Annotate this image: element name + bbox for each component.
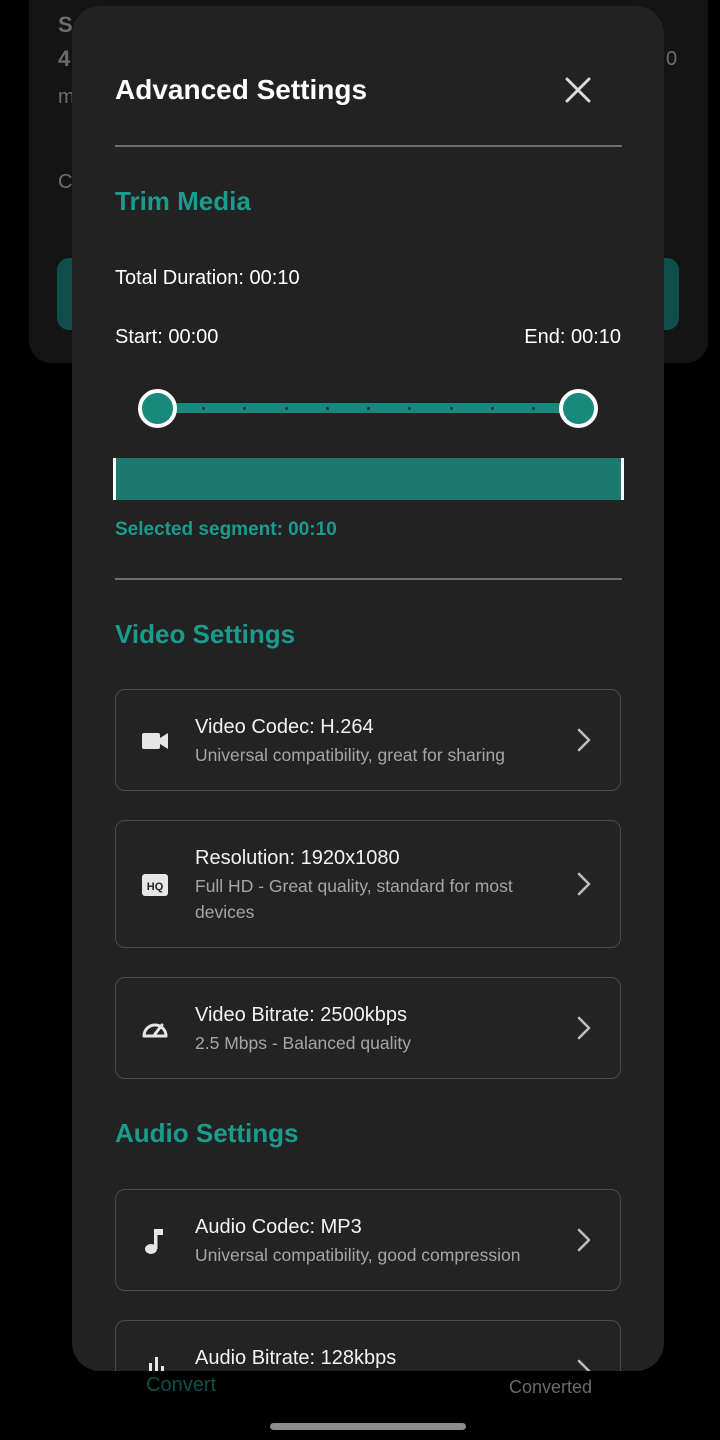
slider-tick <box>491 407 494 410</box>
video-bitrate-subtitle: 2.5 Mbps - Balanced quality <box>195 1033 411 1053</box>
resolution-subtitle: Full HD - Great quality, standard for mo… <box>195 876 513 922</box>
chevron-right-icon <box>577 872 591 896</box>
slider-start-thumb[interactable] <box>138 389 177 428</box>
trim-timeline[interactable] <box>113 458 624 500</box>
nav-convert[interactable]: Convert <box>146 1374 216 1397</box>
resolution-title: Resolution: 1920x1080 <box>195 847 400 869</box>
video-settings-heading: Video Settings <box>115 619 296 649</box>
audio-codec-title: Audio Codec: MP3 <box>195 1216 362 1238</box>
slider-tick <box>202 407 205 410</box>
video-bitrate-setting[interactable]: Video Bitrate: 2500kbps 2.5 Mbps - Balan… <box>115 977 621 1079</box>
slider-tick <box>243 407 246 410</box>
audio-codec-subtitle: Universal compatibility, good compressio… <box>195 1245 521 1265</box>
audio-settings-heading: Audio Settings <box>115 1118 299 1148</box>
home-indicator[interactable] <box>270 1423 466 1430</box>
trim-range-slider[interactable] <box>138 388 598 428</box>
videocam-icon <box>142 733 168 749</box>
audio-codec-setting[interactable]: Audio Codec: MP3 Universal compatibility… <box>115 1189 621 1291</box>
chevron-right-icon <box>577 1016 591 1040</box>
video-bitrate-title: Video Bitrate: 2500kbps <box>195 1004 408 1026</box>
chevron-right-icon <box>577 1228 591 1252</box>
selected-segment: Selected segment: 00:10 <box>115 519 337 540</box>
close-button[interactable] <box>560 72 596 108</box>
video-codec-title: Video Codec: H.264 <box>195 716 374 738</box>
trim-start-handle[interactable] <box>113 458 116 500</box>
close-icon <box>565 77 591 103</box>
video-codec-setting[interactable]: Video Codec: H.264 Universal compatibili… <box>115 689 621 791</box>
background-text: S <box>58 12 73 37</box>
slider-tick <box>285 407 288 410</box>
slider-tick <box>408 407 411 410</box>
background-text: 0 <box>666 48 678 70</box>
total-duration: Total Duration: 00:10 <box>115 267 300 289</box>
resolution-setting[interactable]: HQ Resolution: 1920x1080 Full HD - Great… <box>115 820 621 948</box>
modal-title: Advanced Settings <box>115 74 368 105</box>
nav-converted[interactable]: Converted <box>509 1377 592 1398</box>
hq-icon: HQ <box>142 874 168 896</box>
background-text: 4 <box>58 46 71 71</box>
slider-tick <box>326 407 329 410</box>
svg-text:HQ: HQ <box>147 881 164 893</box>
music-note-icon <box>145 1229 163 1254</box>
chevron-right-icon <box>577 1359 591 1371</box>
slider-tick <box>450 407 453 410</box>
header-divider <box>115 145 622 147</box>
audio-bitrate-title: Audio Bitrate: 128kbps <box>195 1347 397 1369</box>
slider-end-thumb[interactable] <box>559 389 598 428</box>
background-text: C <box>58 171 73 193</box>
trim-media-heading: Trim Media <box>115 186 251 216</box>
equalizer-icon <box>149 1357 164 1371</box>
speed-icon <box>142 1023 168 1038</box>
slider-tick <box>532 407 535 410</box>
end-time: End: 00:10 <box>524 326 621 348</box>
video-codec-subtitle: Universal compatibility, great for shari… <box>195 745 505 765</box>
start-time: Start: 00:00 <box>115 326 219 348</box>
trim-end-handle[interactable] <box>621 458 624 500</box>
advanced-settings-modal: Advanced Settings Trim Media Total Durat… <box>72 6 664 1371</box>
slider-tick <box>367 407 370 410</box>
chevron-right-icon <box>577 728 591 752</box>
audio-bitrate-setting[interactable]: Audio Bitrate: 128kbps <box>115 1320 621 1371</box>
section-divider <box>115 578 622 580</box>
